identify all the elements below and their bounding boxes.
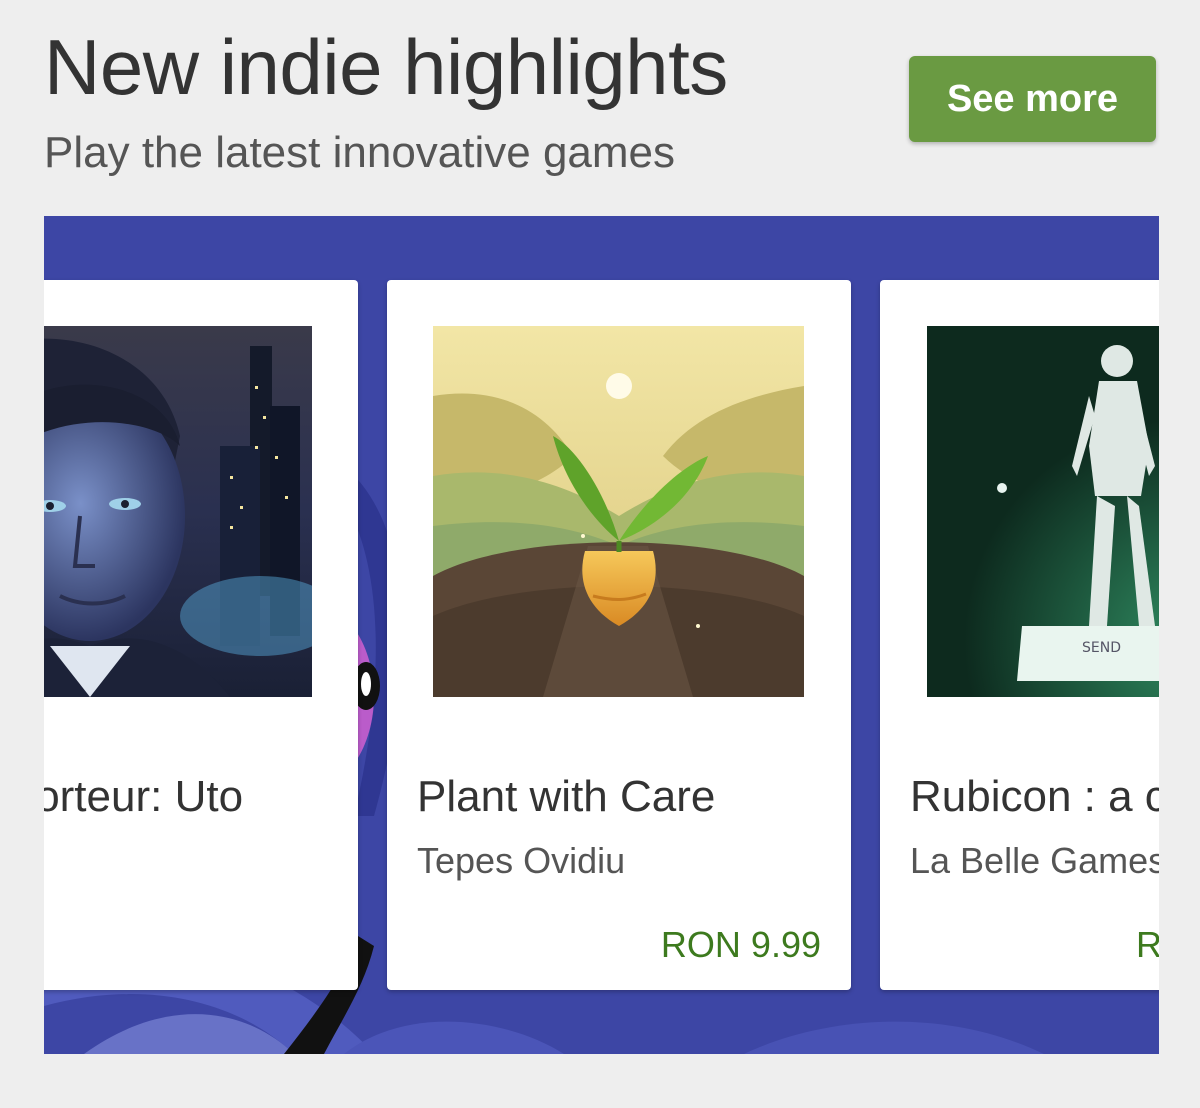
app-section: New indie highlights Play the latest inn… (0, 0, 1200, 1108)
game-price: RON 9.99 (660, 924, 821, 965)
game-title: Plant with Care (417, 772, 716, 821)
section-subtitle: Play the latest innovative games (44, 128, 676, 177)
see-more-button[interactable]: See more (909, 56, 1156, 142)
game-price: R (1136, 924, 1159, 965)
game-card[interactable]: SEND Rubicon : a c La Belle Games R (880, 280, 1159, 990)
game-icon-image (44, 326, 312, 697)
game-card[interactable]: Teleporteur: Uto y (44, 280, 358, 990)
game-card[interactable]: Plant with Care Tepes Ovidiu RON 9.99 (387, 280, 851, 990)
svg-text:SEND: SEND (1082, 640, 1121, 656)
game-title: Teleporteur: Uto (44, 772, 244, 821)
game-title: Rubicon : a c (910, 772, 1159, 821)
game-developer: Tepes Ovidiu (417, 840, 626, 881)
games-carousel[interactable]: Teleporteur: Uto y (44, 216, 1159, 1054)
section-title: New indie highlights (44, 23, 728, 111)
game-icon-image (433, 326, 804, 697)
game-developer: La Belle Games (910, 840, 1159, 881)
game-icon-image: SEND (927, 326, 1159, 697)
